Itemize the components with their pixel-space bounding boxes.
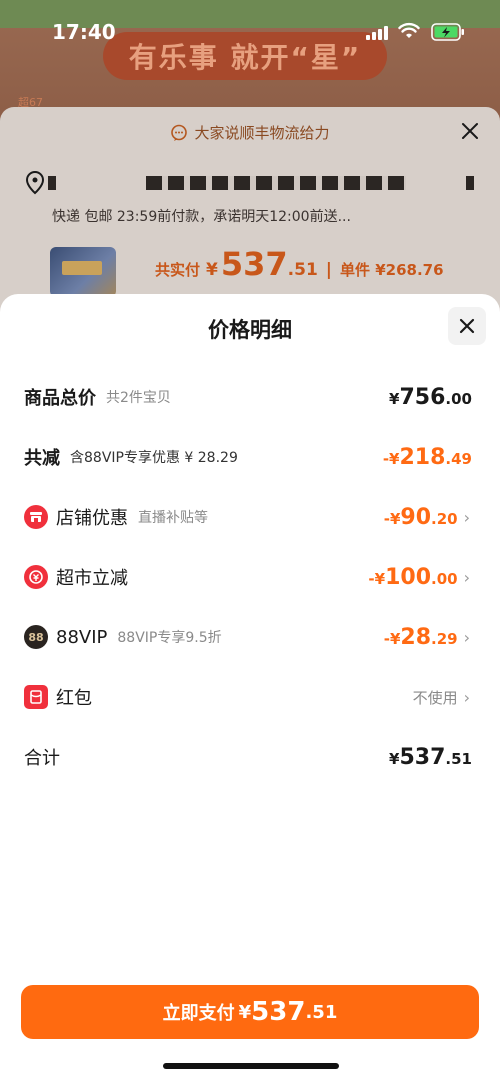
status-time: 17:40 [52, 20, 116, 44]
total-label: 共实付 [155, 261, 201, 279]
row-subtitle: 含88VIP专享优惠 ¥ 28.29 [70, 450, 238, 466]
coupon-icon [24, 565, 48, 589]
amount-dec: .00 [445, 389, 472, 408]
row-subtitle: 直播补贴等 [138, 510, 208, 526]
delivery-info: 快递 包邮 23:59前付款，承诺明天12:00前送... [52, 209, 351, 225]
row-title: 红包 [56, 688, 92, 709]
amount-dec: .51 [445, 749, 472, 768]
chat-icon [171, 124, 188, 141]
battery-icon [431, 23, 464, 41]
row-amount: -¥ 218 .49 [383, 445, 472, 470]
row-amount: -¥ 28 .29 [384, 625, 458, 650]
signal-icon [366, 26, 388, 40]
product-thumbnail [50, 247, 116, 297]
amount-int: 90 [400, 504, 432, 530]
amount-dec: .49 [445, 449, 472, 468]
close-icon [459, 318, 475, 334]
amount-currency: -¥ [368, 569, 386, 588]
address-redacted [466, 176, 474, 190]
address-redacted [48, 176, 56, 190]
total-separator: | [325, 260, 332, 280]
row-subtitle: 88VIP专享9.5折 [117, 630, 222, 646]
row-title: 88VIP [56, 626, 108, 648]
amount-currency: ¥ [389, 389, 400, 408]
amount-currency: -¥ [382, 449, 400, 468]
chevron-right-icon: › [463, 507, 470, 527]
row-store-discount[interactable]: 店铺优惠 直播补贴等 -¥ 90 .20 › [0, 497, 500, 537]
row-grand-total: 合计 ¥ 537 .51 [0, 737, 500, 777]
sheet-title: 价格明细 [208, 318, 292, 342]
row-supermarket-discount[interactable]: 超市立减 -¥ 100 .00 › [0, 557, 500, 597]
amount-int: 537 [399, 744, 446, 770]
row-red-packet[interactable]: 红包 不使用 › [0, 677, 500, 717]
row-total-discount: 共减 含88VIP专享优惠 ¥ 28.29 -¥ 218 .49 [0, 437, 500, 477]
amount-int: 756 [399, 384, 446, 410]
row-title: 商品总价 [24, 388, 96, 409]
amount-int: 100 [385, 564, 432, 590]
vip-icon: 88 [24, 625, 48, 649]
logistics-banner: 大家说顺丰物流给力 [0, 122, 500, 143]
status-bar: 17:40 [0, 0, 500, 62]
row-title: 共减 [24, 448, 60, 469]
total-int: 537 [220, 245, 288, 283]
close-icon[interactable] [458, 119, 482, 143]
amount-int: 28 [400, 624, 432, 650]
row-amount: ¥ 537 .51 [389, 745, 472, 770]
pay-int: 537 [251, 997, 306, 1027]
red-packet-icon [24, 685, 48, 709]
unit-price: 单件 ¥268.76 [340, 261, 444, 279]
row-goods-total: 商品总价 共2件宝贝 ¥ 756 .00 [0, 377, 500, 417]
amount-currency: -¥ [383, 509, 401, 528]
row-88vip[interactable]: 88 88VIP 88VIP专享9.5折 -¥ 28 .29 › [0, 617, 500, 657]
pay-dec: .51 [305, 1001, 338, 1023]
wifi-icon [398, 22, 420, 38]
total-dec: .51 [287, 260, 318, 280]
order-total: 共实付 ¥ 537 .51 | 单件 ¥268.76 [155, 245, 444, 283]
chevron-right-icon: › [463, 627, 470, 647]
amount-int: 218 [399, 444, 446, 470]
location-icon [25, 170, 45, 195]
amount-currency: ¥ [389, 749, 400, 768]
pay-now-button[interactable]: 立即支付 ¥ 537 .51 [21, 985, 479, 1039]
total-currency: ¥ [206, 260, 218, 280]
row-title: 超市立减 [56, 568, 128, 589]
red-packet-value: 不使用 [412, 688, 458, 707]
row-title: 店铺优惠 [56, 508, 128, 529]
amount-dec: .29 [431, 629, 458, 648]
amount-dec: .20 [431, 509, 458, 528]
pay-currency: ¥ [238, 1001, 252, 1023]
chevron-right-icon: › [463, 567, 470, 587]
amount-currency: -¥ [383, 629, 401, 648]
row-title: 合计 [24, 748, 60, 769]
row-amount: -¥ 100 .00 [368, 565, 457, 590]
row-amount: ¥ 756 .00 [389, 385, 472, 410]
home-indicator[interactable] [163, 1063, 339, 1069]
logistics-title: 大家说顺丰物流给力 [194, 124, 330, 142]
row-amount: -¥ 90 .20 [384, 505, 458, 530]
chevron-right-icon: › [463, 687, 470, 707]
store-icon [24, 505, 48, 529]
price-detail-sheet: 价格明细 商品总价 共2件宝贝 ¥ 756 .00 共减 含88VIP专享优惠 … [0, 294, 500, 1083]
pay-button-label: 立即支付 [162, 1003, 235, 1024]
amount-dec: .00 [431, 569, 458, 588]
close-button[interactable] [448, 307, 486, 345]
address-redacted [146, 176, 406, 190]
row-subtitle: 共2件宝贝 [106, 390, 171, 406]
